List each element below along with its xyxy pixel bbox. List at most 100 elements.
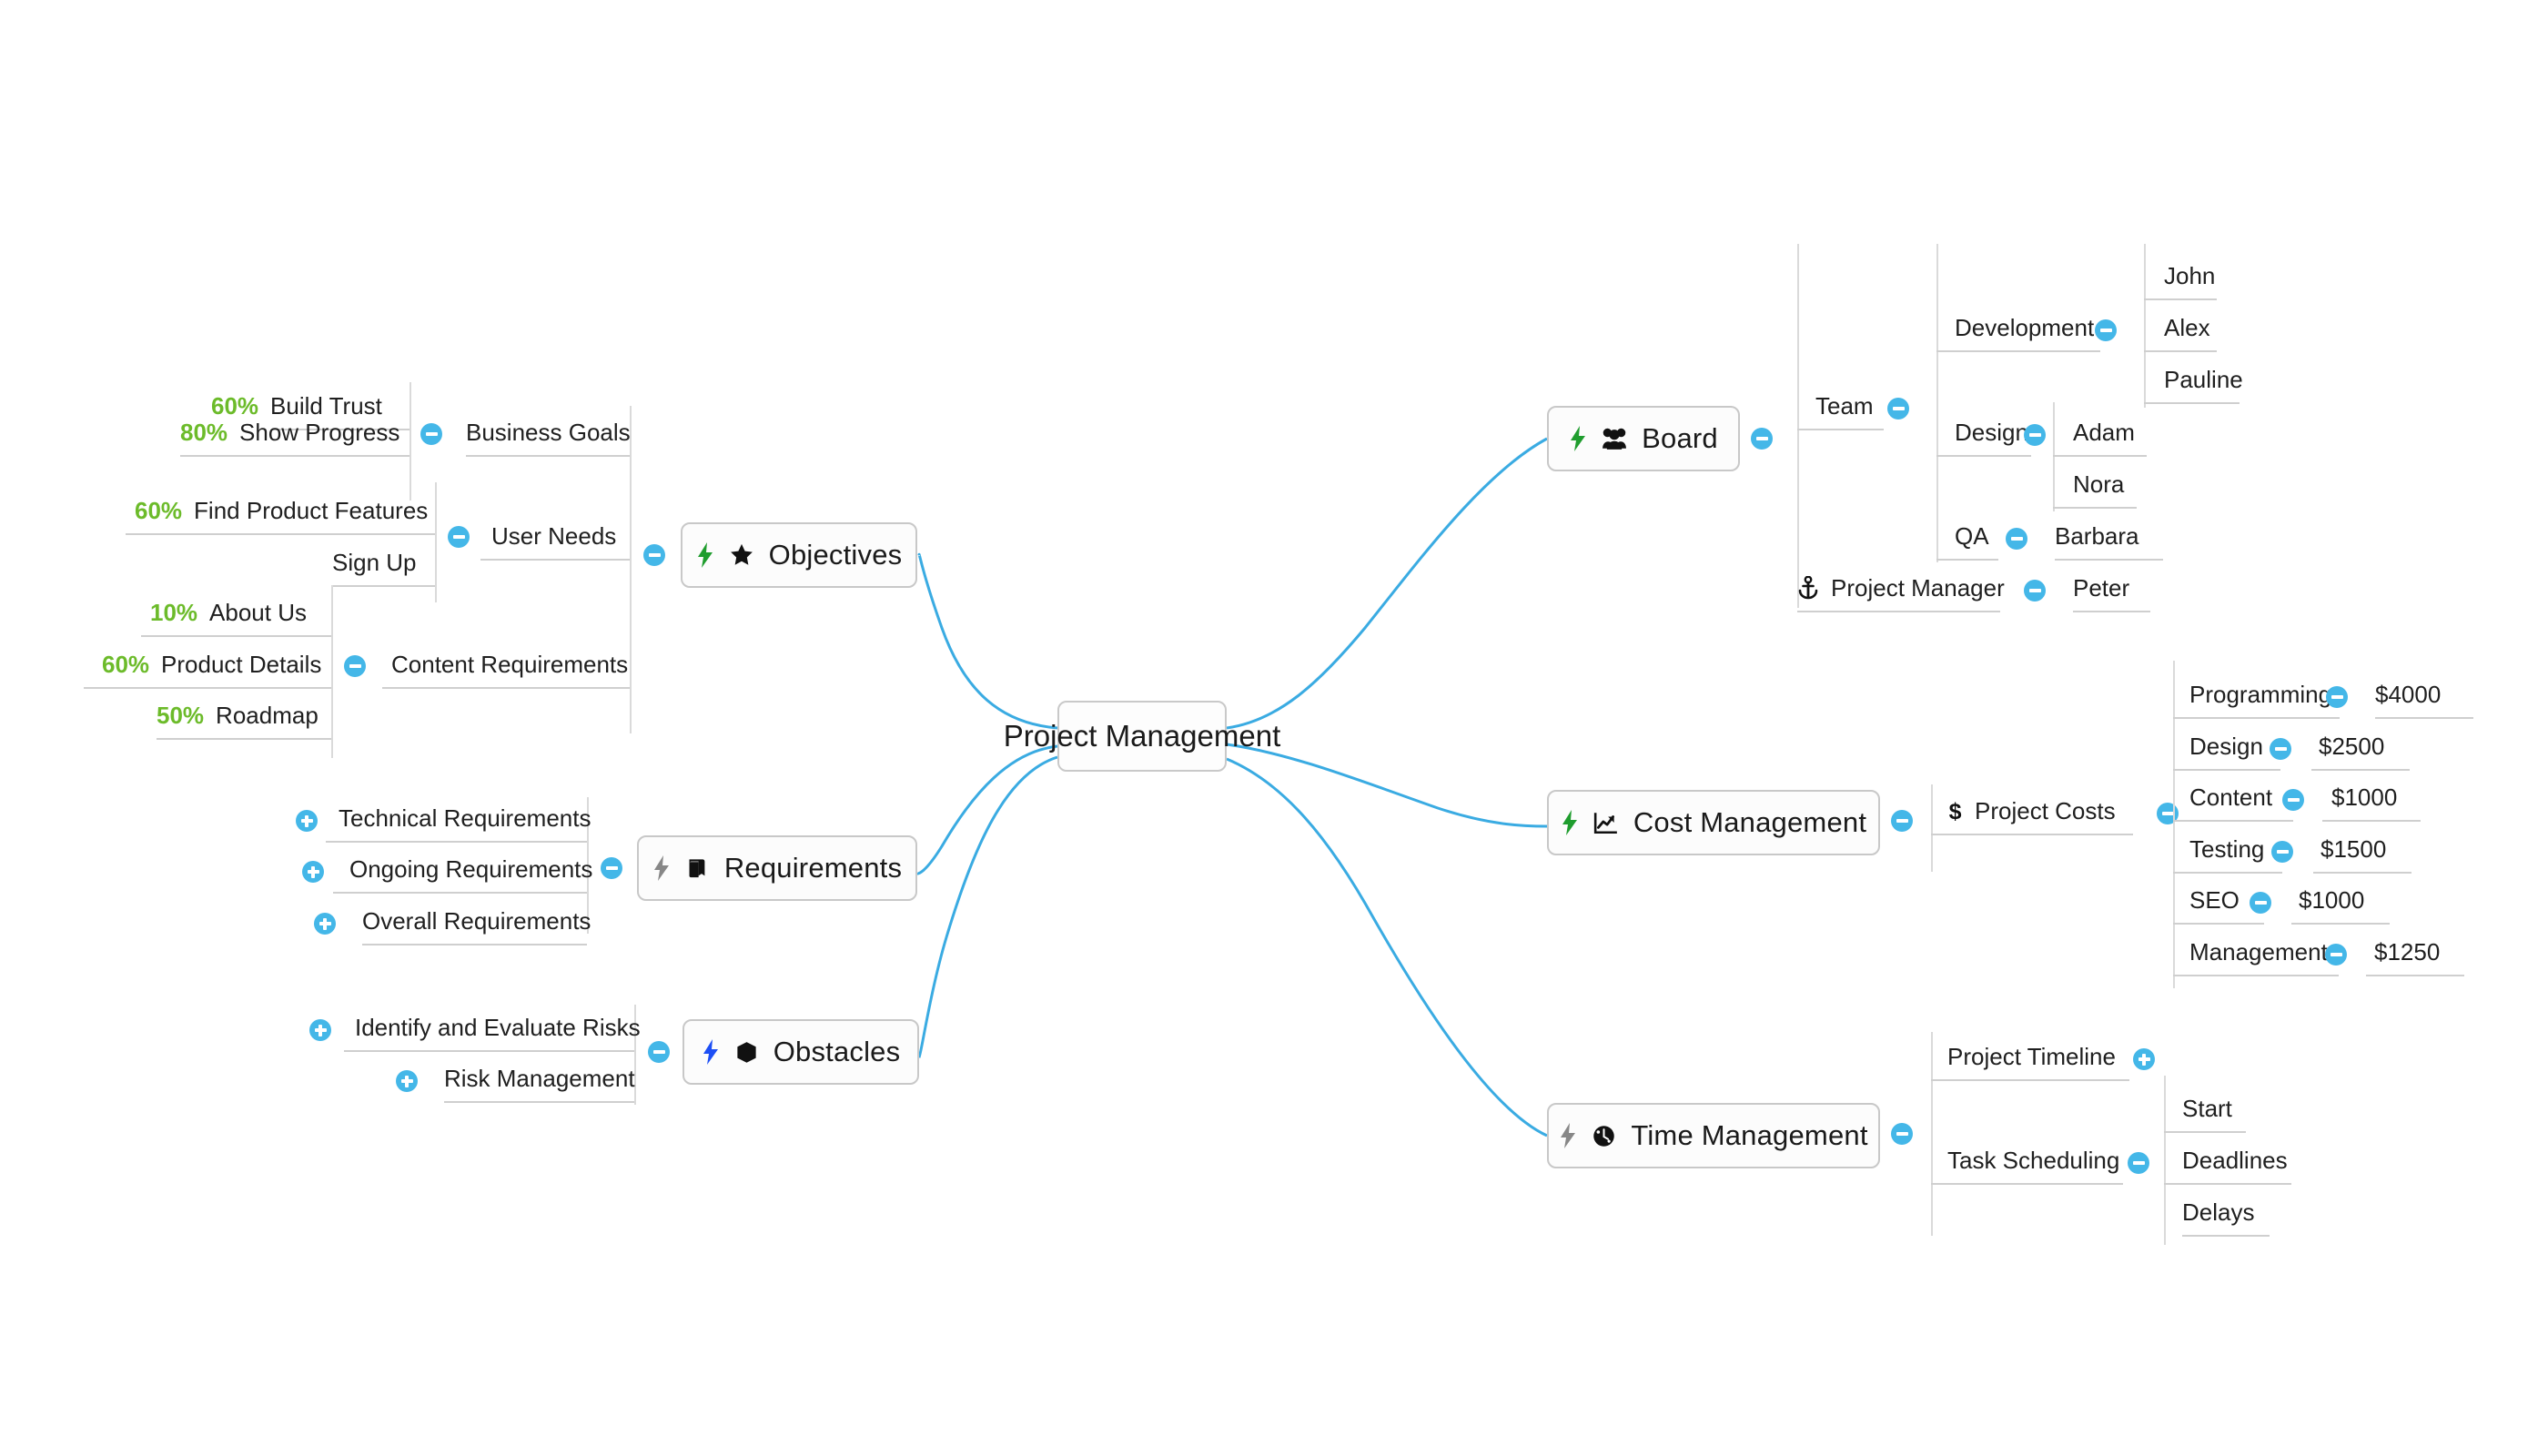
node-time-management[interactable]: Time Management — [1547, 1103, 1880, 1168]
node-technical-requirements[interactable]: Technical Requirements — [339, 797, 591, 839]
node-project-costs[interactable]: $ Project Costs — [1947, 790, 2116, 832]
rule-team — [1797, 429, 1884, 430]
node-deadlines[interactable]: Deadlines — [2182, 1139, 2288, 1181]
toggle-design-team[interactable] — [2024, 424, 2046, 446]
toggle-qa[interactable] — [2006, 528, 2027, 550]
rule-content-requirements — [382, 687, 630, 689]
toggle-cost-programming[interactable] — [2326, 686, 2348, 708]
node-start[interactable]: Start — [2182, 1087, 2232, 1129]
toggle-business-goals[interactable] — [420, 423, 442, 445]
node-cost-content[interactable]: Content — [2189, 776, 2272, 818]
spine-development — [2144, 244, 2146, 408]
toggle-requirements[interactable] — [601, 857, 622, 879]
node-cost-programming[interactable]: Programming — [2189, 673, 2331, 715]
node-deadlines-label: Deadlines — [2182, 1147, 2288, 1174]
node-alex[interactable]: Alex — [2164, 307, 2210, 349]
amount-content-label: $1000 — [2331, 784, 2398, 811]
node-risk-management[interactable]: Risk Management — [444, 1057, 635, 1099]
node-amount-seo[interactable]: $1000 — [2299, 879, 2364, 921]
node-amount-programming[interactable]: $4000 — [2375, 673, 2441, 715]
node-about-us[interactable]: 10% About Us — [150, 592, 307, 633]
toggle-technical-requirements[interactable] — [296, 810, 318, 832]
toggle-user-needs[interactable] — [448, 526, 470, 548]
node-design-team[interactable]: Design — [1955, 411, 2028, 453]
toggle-time-management[interactable] — [1891, 1123, 1913, 1145]
root-node[interactable]: Project Management — [1004, 701, 1280, 772]
node-content-requirements[interactable]: Content Requirements — [391, 643, 628, 685]
node-objectives[interactable]: Objectives — [681, 522, 917, 588]
node-overall-requirements[interactable]: Overall Requirements — [362, 900, 591, 942]
node-identify-and-evaluate-risks[interactable]: Identify and Evaluate Risks — [355, 1006, 641, 1048]
rule-amount-seo — [2291, 923, 2390, 925]
toggle-board[interactable] — [1751, 428, 1773, 450]
node-team[interactable]: Team — [1815, 385, 1874, 427]
node-qa[interactable]: QA — [1955, 515, 1989, 557]
toggle-risk-management[interactable] — [396, 1070, 418, 1092]
toggle-cost-management[interactable] — [1891, 810, 1913, 832]
node-amount-content[interactable]: $1000 — [2331, 776, 2397, 818]
toggle-ongoing-requirements[interactable] — [302, 861, 324, 883]
rule-cost-management-item — [2173, 975, 2339, 976]
toggle-development[interactable] — [2095, 319, 2117, 341]
spine-board — [1797, 244, 1799, 608]
toggle-cost-design[interactable] — [2270, 738, 2291, 760]
toggle-cost-testing[interactable] — [2271, 841, 2293, 863]
node-ongoing-requirements[interactable]: Ongoing Requirements — [349, 848, 592, 890]
toggle-overall-requirements[interactable] — [314, 913, 336, 935]
node-product-details[interactable]: 60% Product Details — [102, 643, 321, 685]
toggle-task-scheduling[interactable] — [2128, 1152, 2149, 1174]
toggle-project-timeline[interactable] — [2133, 1048, 2155, 1070]
node-project-manager[interactable]: Project Manager — [1797, 567, 2005, 609]
rule-amount-design — [2311, 769, 2410, 771]
node-task-scheduling[interactable]: Task Scheduling — [1947, 1139, 2119, 1181]
node-user-needs[interactable]: User Needs — [491, 515, 616, 557]
node-nora[interactable]: Nora — [2073, 463, 2124, 505]
amount-seo-label: $1000 — [2299, 886, 2365, 914]
node-barbara[interactable]: Barbara — [2055, 515, 2139, 557]
toggle-objectives[interactable] — [643, 544, 665, 566]
node-obstacles[interactable]: Obstacles — [682, 1019, 919, 1085]
toggle-team[interactable] — [1887, 398, 1909, 420]
node-sign-up[interactable]: Sign Up — [332, 541, 417, 583]
node-development[interactable]: Development — [1955, 307, 2094, 349]
node-peter[interactable]: Peter — [2073, 567, 2129, 609]
toggle-cost-seo[interactable] — [2250, 892, 2271, 914]
node-delays-label: Delays — [2182, 1198, 2255, 1226]
node-cost-management[interactable]: Cost Management — [1547, 790, 1880, 855]
node-cost-content-label: Content — [2189, 784, 2273, 811]
toggle-cost-content[interactable] — [2282, 789, 2304, 811]
node-cost-testing[interactable]: Testing — [2189, 828, 2264, 870]
rule-barbara — [2055, 559, 2163, 561]
node-roadmap[interactable]: 50% Roadmap — [157, 694, 318, 736]
node-cost-design[interactable]: Design — [2189, 725, 2263, 767]
node-show-progress[interactable]: 80% Show Progress — [180, 411, 399, 453]
node-adam[interactable]: Adam — [2073, 411, 2135, 453]
toggle-content-requirements[interactable] — [344, 655, 366, 677]
node-cost-management-item[interactable]: Management — [2189, 931, 2328, 973]
node-pauline[interactable]: Pauline — [2164, 359, 2243, 400]
node-amount-testing[interactable]: $1500 — [2320, 828, 2386, 870]
node-board[interactable]: Board — [1547, 406, 1740, 471]
toggle-cost-management-item[interactable] — [2325, 944, 2347, 966]
node-find-product-features[interactable]: 60% Find Product Features — [135, 490, 428, 531]
rule-project-manager — [1797, 611, 2000, 612]
node-project-costs-label: Project Costs — [1975, 797, 2116, 824]
rule-user-needs — [480, 559, 630, 561]
spine-design-team — [2053, 402, 2055, 511]
spine-project-costs — [2173, 661, 2175, 988]
rule-cost-seo — [2173, 923, 2264, 925]
node-requirements[interactable]: Requirements — [637, 835, 917, 901]
node-delays[interactable]: Delays — [2182, 1191, 2254, 1233]
node-cost-seo[interactable]: SEO — [2189, 879, 2240, 921]
node-project-timeline[interactable]: Project Timeline — [1947, 1036, 2116, 1077]
toggle-obstacles[interactable] — [648, 1041, 670, 1063]
node-amount-design[interactable]: $2500 — [2319, 725, 2384, 767]
node-john[interactable]: John — [2164, 255, 2215, 297]
node-amount-management[interactable]: $1250 — [2374, 931, 2440, 973]
node-business-goals[interactable]: Business Goals — [466, 411, 631, 453]
toggle-identify-and-evaluate-risks[interactable] — [309, 1019, 331, 1041]
amount-programming-label: $4000 — [2375, 681, 2442, 708]
toggle-project-manager[interactable] — [2024, 580, 2046, 602]
node-risk-management-label: Risk Management — [444, 1065, 635, 1092]
node-project-timeline-label: Project Timeline — [1947, 1043, 2116, 1070]
